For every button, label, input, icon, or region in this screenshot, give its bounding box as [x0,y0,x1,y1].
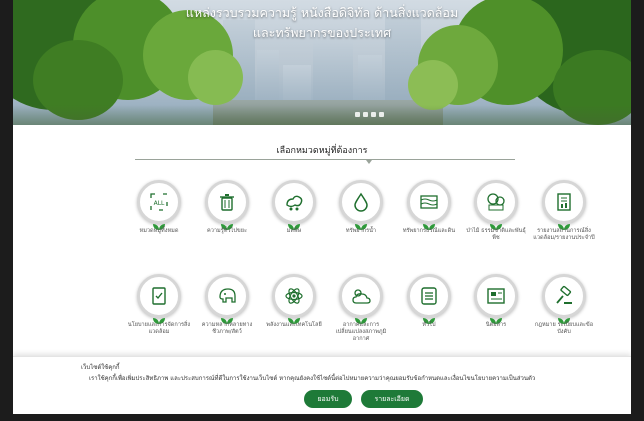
cookie-title: เว็บไซต์ใช้คุกกี้ [81,364,120,371]
caret-down-icon [366,160,372,164]
leaf-icon [152,216,166,230]
carousel-dot[interactable] [363,112,368,117]
hero-banner: แหล่งรวบรวมความรู้ หนังสือดิจิทัล ด้านสิ… [13,0,631,125]
category-label: พลังงานและเทคโนโลยี [266,322,322,328]
policy-document-icon [152,287,166,305]
leaf-icon [557,216,571,230]
all-icon: ALL [150,193,168,211]
page-frame: แหล่งรวบรวมความรู้ หนังสือดิจิทัล ด้านสิ… [13,0,631,414]
category-label: ป่าไม้ ธรรมชาติและพันธุ์พืช [466,228,526,241]
leaf-icon [287,310,301,324]
leaf-icon [422,216,436,230]
category-label: มลพิษ [286,228,302,234]
hero-title: แหล่งรวบรวมความรู้ หนังสือดิจิทัล ด้านสิ… [185,5,459,20]
atom-icon [285,288,303,304]
category-label: ทั่วไป [422,322,436,328]
leaf-icon [489,310,503,324]
trash-bin-icon [220,194,234,211]
list-icon [421,287,437,305]
cookie-banner: เว็บไซต์ใช้คุกกี้ เราใช้คุกกี้เพื่อเพิ่ม… [13,356,631,414]
leaf-icon [354,310,368,324]
magazine-icon [487,288,505,304]
elephant-icon [219,288,236,303]
category-label: ความหลากหลายทางชีวภาพ/สัตว์ [201,322,253,335]
report-icon [557,193,571,211]
category-label: รายงานสถานการณ์สิ่งแวดล้อม/รายงานประจำปี [533,228,595,241]
carousel-dot[interactable] [379,112,384,117]
category-label: ความรู้ทั่วไปขยะ [206,228,247,234]
leaf-icon [489,216,503,230]
carousel-dots[interactable] [355,112,384,117]
pollution-icon [286,195,303,211]
category-label: นิตยสาร [485,322,507,328]
category-label: ทรัพยากรธรณีและดิน [402,228,456,234]
category-label: กฎหมาย ระเบียบและข้อบังคับ [534,322,594,335]
weather-icon [352,289,371,304]
accept-button[interactable]: ยอมรับ [304,390,352,408]
category-label: ทรัพยากรน้ำ [345,228,377,234]
category-label: หมวดหมู่ทั้งหมด [139,228,179,234]
leaf-icon [287,216,301,230]
gavel-icon [556,285,572,304]
soil-layers-icon [420,195,438,209]
water-drop-icon [354,192,368,212]
category-label: นโยบายและการจัดการสิ่งแวดล้อม [127,322,191,335]
leaf-icon [354,216,368,230]
details-button[interactable]: รายละเอียด [361,390,423,408]
hero-subtitle: และทรัพยากรของประเทศ [252,25,392,40]
cookie-text: เราใช้คุกกี้เพื่อเพิ่มประสิทธิภาพ และประ… [89,375,536,382]
leaf-icon [220,216,234,230]
forest-icon [487,193,505,211]
carousel-dot[interactable] [355,112,360,117]
leaf-icon [422,310,436,324]
section-title: เลือกหมวดหมู่ที่ต้องการ [276,146,368,156]
category-label: อากาศและการเปลี่ยนแปลงสภาพภูมิอากาศ [335,322,387,342]
leaf-icon [220,310,234,324]
leaf-icon [557,310,571,324]
carousel-dot[interactable] [371,112,376,117]
svg-text:ALL: ALL [154,200,165,207]
leaf-icon [152,310,166,324]
section-divider [135,159,515,160]
